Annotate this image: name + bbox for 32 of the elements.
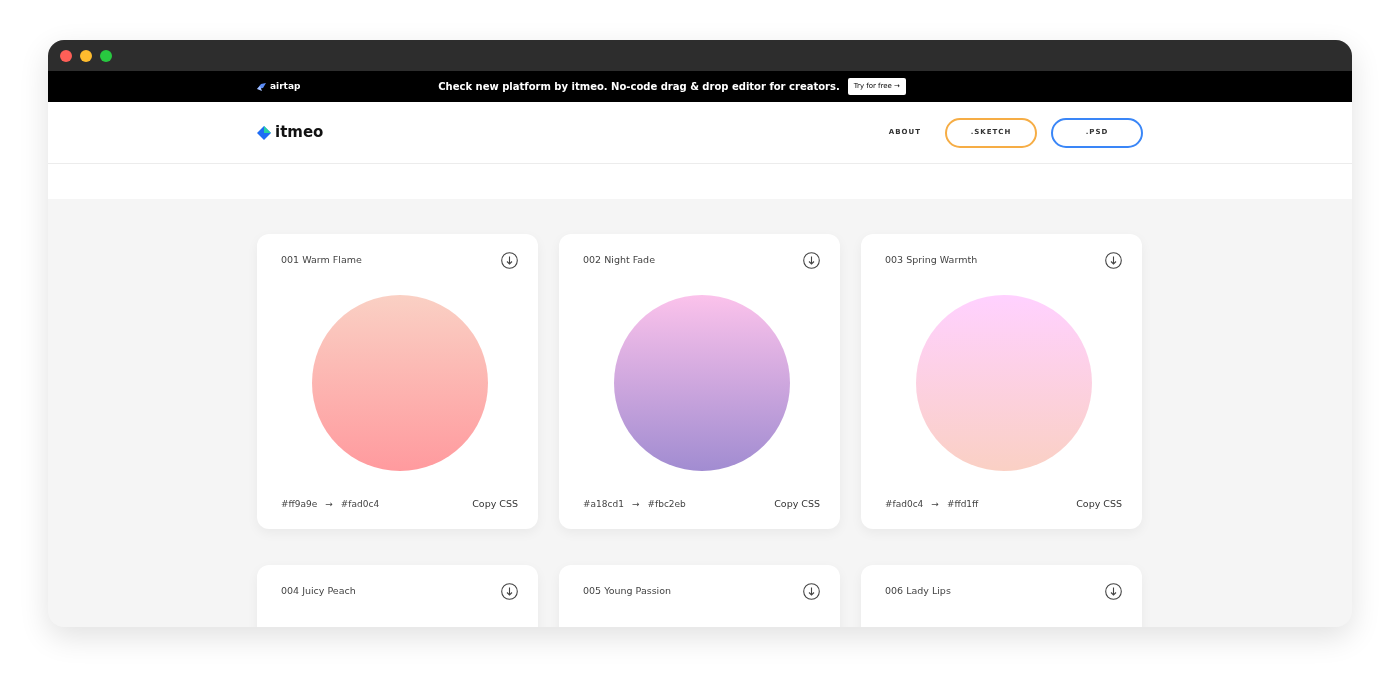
- minimize-button[interactable]: [80, 49, 92, 62]
- download-icon[interactable]: [1105, 252, 1122, 269]
- diamond-logo-icon: [257, 125, 271, 140]
- gradient-title: 005 Young Passion: [583, 584, 672, 599]
- arrow-text: →: [631, 497, 640, 511]
- color-code: #ffd1ff: [946, 497, 979, 511]
- brand-logo[interactable]: airtap: [270, 79, 301, 94]
- color-code: #ff9a9e: [281, 497, 318, 511]
- maximize-button[interactable]: [100, 49, 112, 62]
- download-icon[interactable]: [501, 583, 518, 600]
- site-logo[interactable]: itmeo: [275, 121, 324, 144]
- color-code: #fbc2eb: [647, 497, 686, 511]
- gradient-title: 001 Warm Flame: [281, 253, 362, 268]
- gradient-title: 004 Juicy Peach: [281, 584, 356, 599]
- arrow-text: →: [325, 497, 333, 511]
- copy-css-button[interactable]: Copy CSS: [1076, 496, 1122, 511]
- arrow-text: →: [931, 497, 939, 511]
- bird-icon: [257, 82, 266, 91]
- gradient-title: 003 Spring Warmth: [885, 253, 978, 268]
- copy-css-button[interactable]: Copy CSS: [472, 496, 518, 511]
- close-button[interactable]: [60, 49, 72, 62]
- color-code: #fad0c4: [885, 497, 924, 511]
- gradient-title: 006 Lady Lips: [885, 584, 951, 599]
- banner-message: Check new platform by itmeo. No-code drag & drop editor for creators.: [438, 80, 840, 94]
- color-code: #fad0c4: [340, 497, 380, 511]
- download-icon[interactable]: [501, 252, 518, 269]
- download-icon[interactable]: [803, 252, 820, 269]
- copy-css-button[interactable]: Copy CSS: [774, 496, 820, 511]
- download-icon[interactable]: [803, 583, 820, 600]
- color-code: #a18cd1: [583, 497, 624, 511]
- download-icon[interactable]: [1105, 583, 1122, 600]
- gradient-title: 002 Night Fade: [583, 253, 655, 268]
